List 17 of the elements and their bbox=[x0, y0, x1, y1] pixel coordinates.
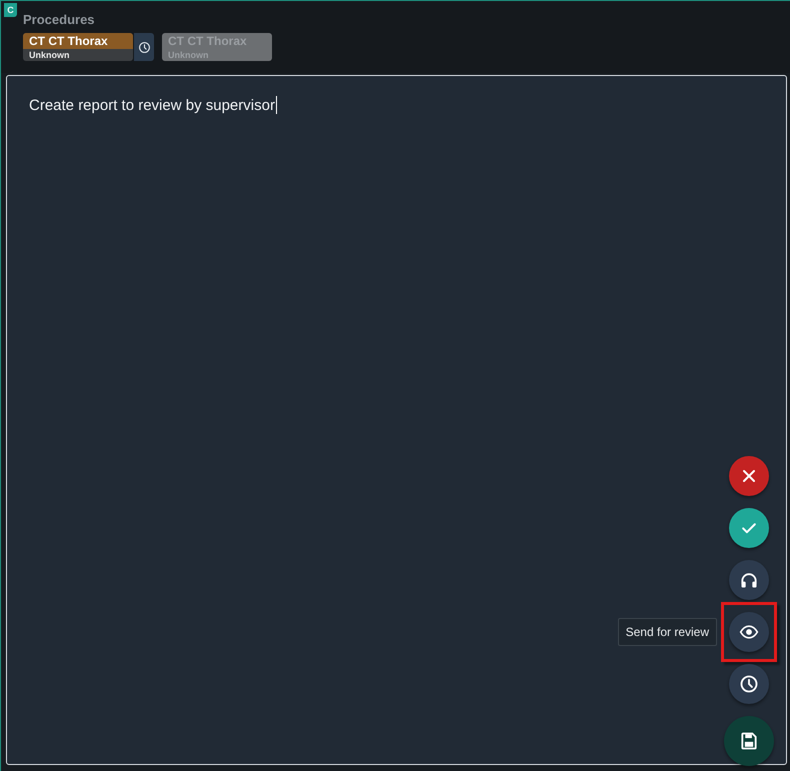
procedure-name: CT CT Thorax bbox=[23, 33, 133, 49]
report-text-field[interactable]: Create report to review by supervisor bbox=[7, 76, 786, 134]
section-title: Procedures bbox=[23, 12, 96, 27]
tooltip: Send for review bbox=[618, 618, 717, 646]
dictate-button[interactable] bbox=[729, 560, 769, 600]
history-button[interactable] bbox=[729, 664, 769, 704]
text-cursor bbox=[276, 96, 277, 114]
time-button[interactable] bbox=[134, 33, 154, 61]
procedure-status: Unknown bbox=[28, 49, 70, 61]
section-badge: C bbox=[4, 3, 17, 17]
save-button[interactable] bbox=[724, 716, 774, 766]
clock-icon bbox=[138, 40, 150, 54]
procedure-chip[interactable]: CT CT Thorax Unknown bbox=[23, 33, 133, 61]
review-button[interactable] bbox=[729, 612, 769, 652]
confirm-button[interactable] bbox=[729, 508, 769, 548]
clock-icon bbox=[739, 674, 759, 694]
cancel-button[interactable] bbox=[729, 456, 769, 496]
